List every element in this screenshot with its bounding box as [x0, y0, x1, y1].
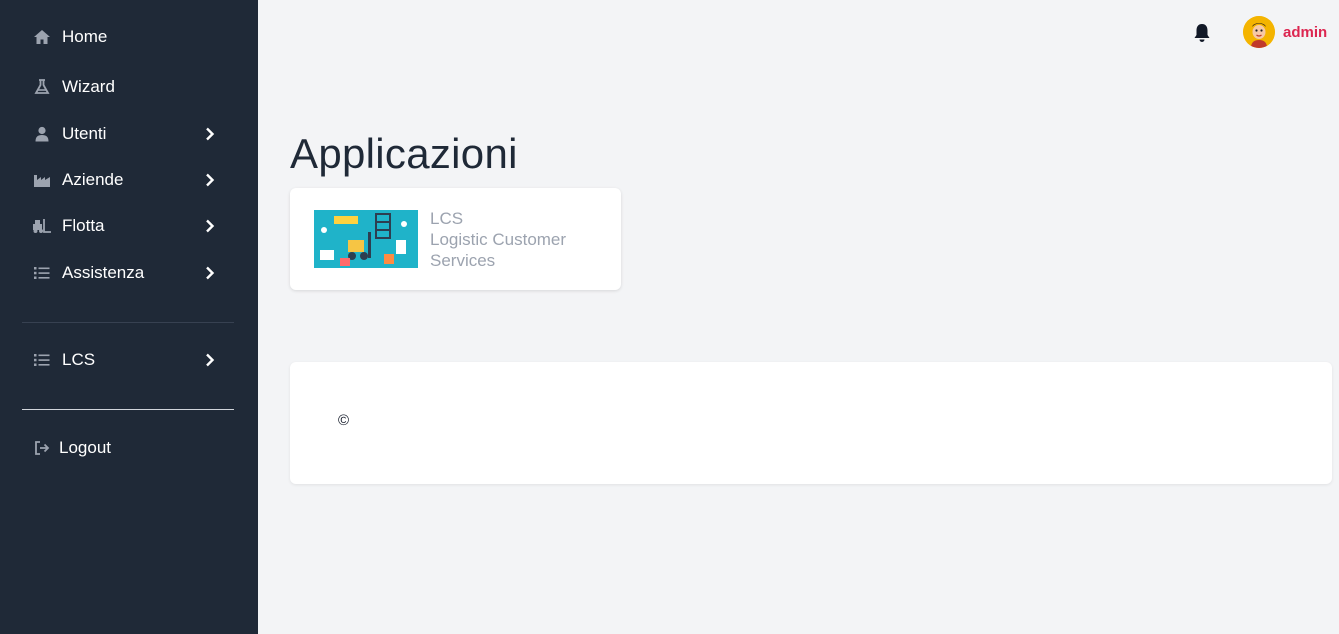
- sidebar-item-label: Home: [62, 27, 108, 46]
- chevron-right-icon: [202, 172, 218, 188]
- page-title: Applicazioni: [290, 130, 518, 177]
- sidebar-item-lcs[interactable]: LCS: [22, 342, 234, 378]
- app-name: Logistic Customer Services: [430, 230, 567, 270]
- sidebar-item-wizard[interactable]: Wizard: [22, 69, 234, 105]
- list-icon: [32, 263, 52, 283]
- logout-label: Logout: [59, 438, 111, 457]
- forklift-icon: [32, 216, 52, 236]
- sidebar-divider: [22, 409, 234, 410]
- home-icon: [32, 27, 52, 47]
- sidebar-item-home[interactable]: Home: [22, 19, 234, 55]
- copyright: ©: [338, 412, 350, 429]
- sidebar-item-aziende[interactable]: Aziende: [22, 162, 234, 198]
- app-card-lcs[interactable]: LCS Logistic Customer Services: [290, 188, 621, 290]
- sidebar-item-label: LCS: [62, 350, 96, 369]
- sidebar: Home Wizard Utenti Aziende Flotta Assist…: [0, 0, 258, 634]
- sidebar-divider: [22, 322, 234, 323]
- sidebar-item-label: Assistenza: [62, 263, 145, 282]
- avatar: [1243, 16, 1275, 48]
- sidebar-item-assistenza[interactable]: Assistenza: [22, 255, 234, 291]
- chevron-right-icon: [202, 126, 218, 142]
- chevron-right-icon: [202, 352, 218, 368]
- avatar-icon: [1243, 16, 1275, 48]
- bell-icon: [1193, 23, 1211, 48]
- chevron-right-icon: [202, 218, 218, 234]
- sidebar-item-flotta[interactable]: Flotta: [22, 208, 234, 244]
- sidebar-item-label: Utenti: [62, 124, 107, 143]
- logout-icon: [32, 438, 52, 458]
- factory-icon: [32, 170, 52, 190]
- notifications-button[interactable]: [1191, 23, 1213, 48]
- user-menu[interactable]: admin: [1243, 16, 1327, 48]
- logout-button[interactable]: Logout: [22, 430, 234, 466]
- sidebar-item-label: Flotta: [62, 216, 105, 235]
- app-thumbnail: [314, 210, 418, 268]
- username: admin: [1283, 23, 1328, 41]
- user-icon: [32, 124, 52, 144]
- chevron-right-icon: [202, 265, 218, 281]
- sidebar-item-label: Wizard: [62, 77, 115, 96]
- flask-icon: [32, 77, 52, 97]
- sidebar-item-utenti[interactable]: Utenti: [22, 116, 234, 152]
- footer: ©: [290, 362, 1332, 484]
- list-icon: [32, 350, 52, 370]
- app-code: LCS: [430, 209, 464, 228]
- sidebar-item-label: Aziende: [62, 170, 124, 189]
